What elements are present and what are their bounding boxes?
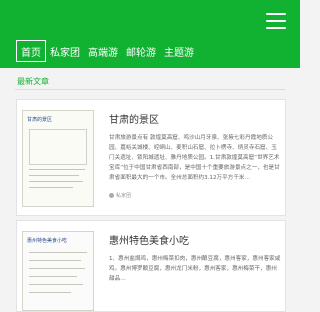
thumbnail-line xyxy=(29,260,81,261)
thumbnail-title: 惠州特色美食小吃 xyxy=(27,238,68,244)
section-title: 最新文章 xyxy=(17,77,49,86)
nav-item-theme-tour[interactable]: 主题游 xyxy=(160,40,198,62)
thumbnail-line xyxy=(29,268,85,269)
user-icon xyxy=(109,193,114,198)
thumbnail-line xyxy=(29,276,77,277)
article-excerpt: 甘肃旅游景点有 敦煌莫高窟、鸣沙山月牙泉、张掖七彩丹霞地质公园、嘉峪关城楼、崆峒… xyxy=(109,135,280,181)
article-thumbnail[interactable]: 甘肃的景区 xyxy=(22,110,94,207)
nav-item-private-tour[interactable]: 私家团 xyxy=(46,40,84,62)
top-bar: 首页 私家团 高端游 邮轮游 主题游 xyxy=(0,0,300,68)
thumbnail-line xyxy=(29,175,79,176)
article-meta: 私家团 xyxy=(109,192,131,199)
article-thumbnail[interactable]: 惠州特色美食小吃 xyxy=(22,231,94,311)
article-title[interactable]: 甘肃的景区 xyxy=(109,111,159,126)
thumbnail-line xyxy=(29,187,73,188)
nav-item-home[interactable]: 首页 xyxy=(16,40,46,62)
thumbnail-line xyxy=(29,284,83,285)
thumbnail-line xyxy=(29,169,85,170)
thumbnail-title: 甘肃的景区 xyxy=(27,117,53,123)
article-card[interactable]: 甘肃的景区 甘肃的景区 甘肃旅游景点有 敦煌莫高窟、鸣沙山月牙泉、张掖七彩丹霞地… xyxy=(16,99,286,216)
thumbnail-line xyxy=(29,292,71,293)
article-title[interactable]: 惠州特色美食小吃 xyxy=(109,232,189,247)
thumbnail-line xyxy=(29,252,87,253)
article-excerpt: 1、惠州盐焗鸡，惠州梅菜扣肉，惠州酿豆腐，惠州客家，惠州客家咸鸡，惠州博罗酿豆腐… xyxy=(109,256,281,282)
thumbnail-line xyxy=(29,181,83,182)
hamburger-menu-icon[interactable] xyxy=(266,13,286,29)
nav-item-luxury-tour[interactable]: 高端游 xyxy=(84,40,122,62)
thumbnail-map-graphic xyxy=(29,129,87,165)
section-divider xyxy=(15,89,285,90)
nav-item-cruise-tour[interactable]: 邮轮游 xyxy=(122,40,160,62)
main-nav: 首页 私家团 高端游 邮轮游 主题游 xyxy=(16,40,198,62)
article-card[interactable]: 惠州特色美食小吃 惠州特色美食小吃 1、惠州盐焗鸡，惠州梅菜扣肉，惠州酿豆腐，惠… xyxy=(16,220,286,312)
article-category[interactable]: 私家团 xyxy=(116,192,131,199)
